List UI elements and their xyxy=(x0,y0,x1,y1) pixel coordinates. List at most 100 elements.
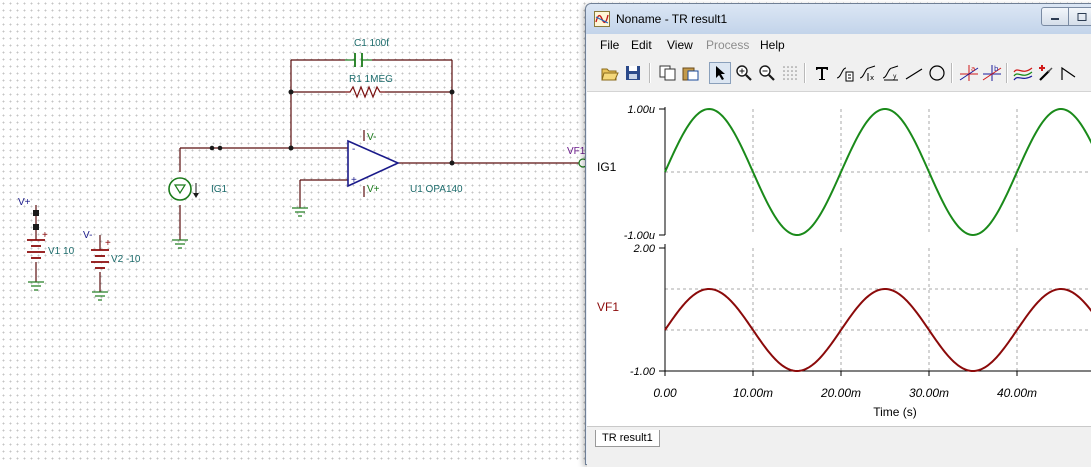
resistor-r1[interactable] xyxy=(345,85,385,99)
toolbar-separator xyxy=(649,63,651,83)
cursor-b-button[interactable]: b xyxy=(981,62,1003,84)
opamp-minus-sign: - xyxy=(352,144,355,155)
save-button[interactable] xyxy=(622,62,644,84)
window-controls xyxy=(1041,7,1091,26)
top-ytick-max: 1.00u xyxy=(627,104,655,116)
paste-button[interactable] xyxy=(680,62,702,84)
axis-label-button[interactable]: x xyxy=(857,62,879,84)
x-axis-label: Time (s) xyxy=(873,405,917,419)
xtick-1: 10.00m xyxy=(733,386,773,400)
bottom-ytick-min: -1.00 xyxy=(630,366,656,378)
svg-text:b: b xyxy=(994,65,999,73)
plot-area[interactable]: 1.00u -1.00u 2.00 -1.00 IG1 VF1 0.00 10.… xyxy=(587,92,1091,426)
top-trace-label: IG1 xyxy=(597,160,617,174)
resistor-label: R1 1MEG xyxy=(349,74,393,85)
marker-label-button[interactable]: y xyxy=(880,62,902,84)
zoom-in-icon xyxy=(736,65,752,81)
svg-text:a: a xyxy=(971,65,975,73)
waveform-plot: 1.00u -1.00u 2.00 -1.00 IG1 VF1 0.00 10.… xyxy=(597,104,1091,419)
top-ytick-min: -1.00u xyxy=(624,230,655,242)
cursor-a-button[interactable]: a xyxy=(958,62,980,84)
minimize-icon xyxy=(1051,17,1059,20)
zoom-out-icon xyxy=(759,65,775,81)
maximize-button[interactable] xyxy=(1069,7,1091,26)
top-grid xyxy=(665,109,1091,235)
cursor-b-icon: b xyxy=(982,65,1002,81)
axis-label-icon: x xyxy=(859,65,876,82)
supply-v1-label: V1 10 xyxy=(48,246,75,257)
menu-file[interactable]: File xyxy=(600,38,619,52)
menu-process[interactable]: Process xyxy=(706,38,749,52)
slope-button[interactable] xyxy=(1058,62,1080,84)
folder-open-icon xyxy=(601,68,619,81)
supply-v2-label: V2 -10 xyxy=(111,254,141,265)
ellipse-tool-button[interactable] xyxy=(926,62,948,84)
opamp-label: U1 OPA140 xyxy=(410,184,463,195)
text-t-icon xyxy=(816,67,828,80)
app-icon xyxy=(594,11,610,27)
traces-button[interactable] xyxy=(1012,62,1034,84)
menu-bar: File Edit View Process Help xyxy=(587,34,1091,56)
copy-button[interactable] xyxy=(657,62,679,84)
open-button[interactable] xyxy=(599,62,621,84)
cursor-a-icon: a xyxy=(959,65,979,81)
opamp-plus-sign: + xyxy=(351,175,357,186)
paste-icon xyxy=(682,67,699,81)
curve-label-icon xyxy=(836,67,854,82)
result-window[interactable]: Noname - TR result1 File Edit View Proce… xyxy=(585,3,1091,467)
menu-edit[interactable]: Edit xyxy=(631,38,652,52)
current-source-label: IG1 xyxy=(211,184,228,195)
supply-v2-node: V- xyxy=(83,230,92,241)
menu-help[interactable]: Help xyxy=(760,38,785,52)
bottom-grid xyxy=(665,248,1091,371)
copy-icon xyxy=(659,65,676,81)
grid-button[interactable] xyxy=(779,62,801,84)
opamp-u1[interactable]: - + V- V+ xyxy=(347,132,400,195)
xtick-2: 20.00m xyxy=(820,386,861,400)
curve-label-button[interactable] xyxy=(834,62,856,84)
multi-trace-icon xyxy=(1013,67,1033,81)
zoom-in-button[interactable] xyxy=(733,62,755,84)
capacitor-c1[interactable] xyxy=(345,53,372,67)
opamp-vminus-pin: V- xyxy=(367,132,376,143)
slope-icon xyxy=(1061,66,1076,80)
xtick-4: 40.00m xyxy=(997,386,1037,400)
plot-axes xyxy=(659,107,1091,376)
add-point-button[interactable] xyxy=(1035,62,1057,84)
tab-tr-result1[interactable]: TR result1 xyxy=(595,430,660,447)
minimize-button[interactable] xyxy=(1041,7,1069,26)
junction-dots xyxy=(209,89,455,166)
xtick-0: 0.00 xyxy=(653,386,677,400)
pointer-icon xyxy=(716,66,725,80)
bottom-trace-label: VF1 xyxy=(597,300,619,314)
menu-view[interactable]: View xyxy=(667,38,693,52)
output-probe-label: VF1 xyxy=(567,146,586,157)
line-tool-button[interactable] xyxy=(903,62,925,84)
circle-icon xyxy=(929,65,945,81)
dotted-grid-icon xyxy=(783,66,797,80)
capacitor-label: C1 100f xyxy=(354,38,389,49)
bottom-ytick-max: 2.00 xyxy=(633,243,656,255)
maximize-icon xyxy=(1077,12,1087,21)
supply-v1-node: V+ xyxy=(18,197,31,208)
zoom-out-button[interactable] xyxy=(756,62,778,84)
text-tool-button[interactable] xyxy=(811,62,833,84)
toolbar-separator xyxy=(1006,63,1008,83)
title-bar[interactable]: Noname - TR result1 xyxy=(586,4,1091,34)
xtick-3: 30.00m xyxy=(909,386,949,400)
svg-text:x: x xyxy=(870,74,874,82)
supply-v1[interactable]: + xyxy=(27,210,48,259)
supply-v2-plus: + xyxy=(105,238,111,249)
floppy-disk-icon xyxy=(626,66,640,80)
current-source-ig1[interactable] xyxy=(168,177,199,201)
opamp-vplus-pin: V+ xyxy=(367,184,380,195)
toolbar-separator xyxy=(951,63,953,83)
window-title: Noname - TR result1 xyxy=(616,12,728,26)
supply-v2[interactable]: + xyxy=(91,238,111,269)
probe-plus-icon xyxy=(1039,65,1053,81)
svg-text:y: y xyxy=(893,73,897,80)
toolbar-separator xyxy=(804,63,806,83)
toolbar: x y a b xyxy=(587,56,1091,92)
select-pointer-button[interactable] xyxy=(709,62,731,84)
supply-v1-plus: + xyxy=(42,230,48,241)
